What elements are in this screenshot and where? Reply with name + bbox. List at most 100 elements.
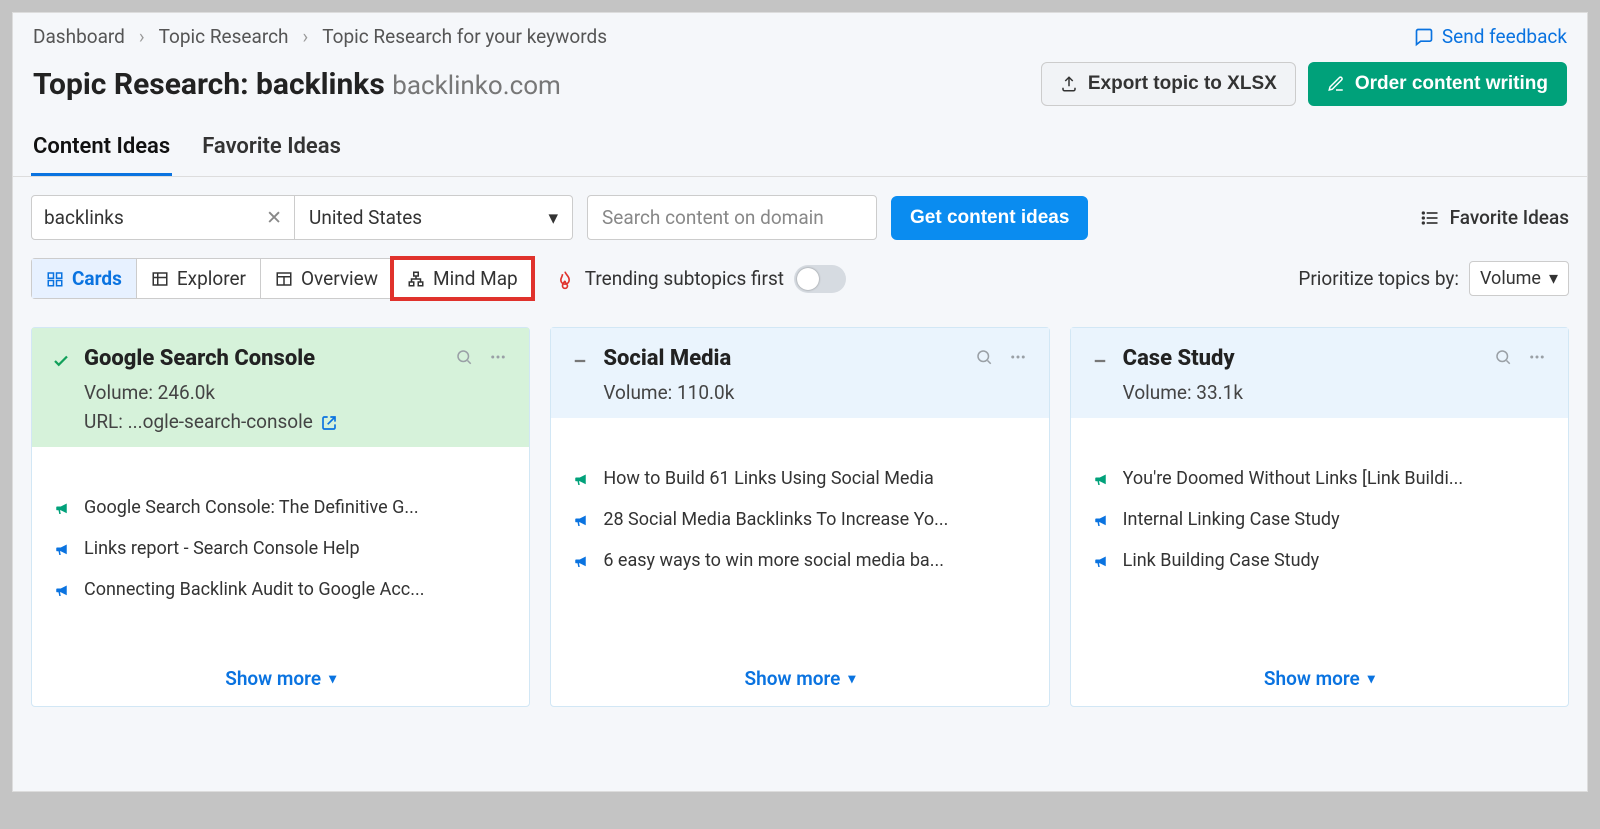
prioritize-select[interactable]: Volume ▾ bbox=[1469, 261, 1569, 296]
idea-item[interactable]: 6 easy ways to win more social media ba.… bbox=[573, 540, 1026, 581]
more-icon[interactable] bbox=[1526, 346, 1548, 366]
card-title-row: Social Media bbox=[603, 346, 1028, 371]
domain-search-placeholder: Search content on domain bbox=[602, 206, 824, 229]
get-content-ideas-button[interactable]: Get content ideas bbox=[891, 196, 1088, 240]
app-frame: Dashboard › Topic Research › Topic Resea… bbox=[12, 12, 1588, 792]
export-icon bbox=[1060, 75, 1078, 93]
idea-item[interactable]: Link Building Case Study bbox=[1093, 540, 1546, 581]
more-icon[interactable] bbox=[487, 346, 509, 366]
idea-text: Link Building Case Study bbox=[1123, 550, 1320, 571]
card-head: Social Media Volume: 110.0k bbox=[551, 328, 1048, 418]
show-more-button[interactable]: Show more▾ bbox=[1071, 655, 1568, 706]
idea-text: Connecting Backlink Audit to Google Acc.… bbox=[84, 579, 424, 600]
speech-bubble-icon bbox=[1414, 27, 1434, 47]
chevron-down-icon: ▾ bbox=[1549, 268, 1558, 289]
search-icon[interactable] bbox=[1494, 346, 1512, 366]
idea-item[interactable]: Google Search Console: The Definitive G.… bbox=[54, 487, 507, 528]
idea-text: Links report - Search Console Help bbox=[84, 538, 360, 559]
favorite-ideas-link[interactable]: Favorite Ideas bbox=[1420, 206, 1569, 229]
controls-row-2: Cards Explorer Overview Mind Map Trendin… bbox=[13, 250, 1587, 317]
view-explorer-button[interactable]: Explorer bbox=[137, 259, 261, 298]
tab-content-ideas[interactable]: Content Ideas bbox=[31, 124, 172, 176]
idea-item[interactable]: Connecting Backlink Audit to Google Acc.… bbox=[54, 569, 507, 610]
minus-icon[interactable] bbox=[571, 350, 589, 370]
minus-icon[interactable] bbox=[1091, 350, 1109, 370]
megaphone-icon bbox=[1093, 550, 1111, 571]
breadcrumb-item[interactable]: Topic Research bbox=[159, 25, 289, 48]
topic-card[interactable]: Social Media Volume: 110.0k How to Build 6… bbox=[550, 327, 1049, 707]
megaphone-icon bbox=[573, 550, 591, 571]
card-actions bbox=[455, 346, 509, 366]
card-url[interactable]: URL: ...ogle-search-console bbox=[84, 410, 509, 433]
idea-item[interactable]: How to Build 61 Links Using Social Media bbox=[573, 458, 1026, 499]
title-prefix: Topic Research: bbox=[33, 67, 256, 102]
view-mindmap-button[interactable]: Mind Map bbox=[393, 259, 532, 298]
card-title: Case Study bbox=[1123, 346, 1494, 371]
title-keyword: backlinks bbox=[256, 67, 385, 102]
card-body: Google Search Console: The Definitive G.… bbox=[32, 447, 529, 620]
domain-search-input[interactable]: Search content on domain bbox=[587, 195, 877, 240]
edit-icon bbox=[1327, 75, 1345, 93]
check-icon[interactable] bbox=[52, 350, 70, 370]
title-domain: backlinko.com bbox=[392, 71, 561, 101]
keyword-value: backlinks bbox=[44, 206, 124, 229]
cards-grid: Google Search Console Volume: 246.0k URL: … bbox=[13, 317, 1587, 725]
view-overview-label: Overview bbox=[301, 267, 378, 290]
card-volume: Volume: 110.0k bbox=[603, 381, 1028, 404]
breadcrumb: Dashboard › Topic Research › Topic Resea… bbox=[33, 25, 607, 48]
chevron-right-icon: › bbox=[139, 25, 145, 48]
send-feedback-link[interactable]: Send feedback bbox=[1414, 25, 1567, 48]
more-icon[interactable] bbox=[1007, 346, 1029, 366]
view-cards-label: Cards bbox=[72, 267, 122, 290]
megaphone-icon bbox=[1093, 468, 1111, 489]
breadcrumb-item[interactable]: Dashboard bbox=[33, 25, 125, 48]
idea-text: You're Doomed Without Links [Link Buildi… bbox=[1123, 468, 1463, 489]
search-icon[interactable] bbox=[455, 346, 473, 366]
prioritize-label: Prioritize topics by: bbox=[1298, 267, 1459, 290]
card-title: Google Search Console bbox=[84, 346, 455, 371]
megaphone-icon bbox=[573, 509, 591, 530]
view-cards-button[interactable]: Cards bbox=[32, 259, 137, 298]
search-icon[interactable] bbox=[975, 346, 993, 366]
controls-row-1: backlinks ✕ United States ▾ Search conte… bbox=[13, 177, 1587, 250]
card-volume: Volume: 246.0k bbox=[84, 381, 509, 404]
prioritize-group: Prioritize topics by: Volume ▾ bbox=[1298, 261, 1569, 296]
show-more-button[interactable]: Show more▾ bbox=[551, 655, 1048, 706]
trending-toggle-group: Trending subtopics first bbox=[555, 265, 846, 293]
export-xlsx-button[interactable]: Export topic to XLSX bbox=[1041, 62, 1296, 106]
show-more-button[interactable]: Show more▾ bbox=[32, 655, 529, 706]
idea-item[interactable]: 28 Social Media Backlinks To Increase Yo… bbox=[573, 499, 1026, 540]
idea-item[interactable]: Links report - Search Console Help bbox=[54, 528, 507, 569]
region-select[interactable]: United States ▾ bbox=[295, 195, 573, 240]
chevron-right-icon: › bbox=[303, 25, 309, 48]
order-content-button[interactable]: Order content writing bbox=[1308, 62, 1567, 106]
megaphone-icon bbox=[54, 538, 72, 559]
idea-item[interactable]: Internal Linking Case Study bbox=[1093, 499, 1546, 540]
chevron-down-icon: ▾ bbox=[848, 671, 855, 687]
view-explorer-label: Explorer bbox=[177, 267, 246, 290]
topic-card[interactable]: Google Search Console Volume: 246.0k URL: … bbox=[31, 327, 530, 707]
megaphone-icon bbox=[54, 579, 72, 600]
idea-text: Google Search Console: The Definitive G.… bbox=[84, 497, 419, 518]
topic-card[interactable]: Case Study Volume: 33.1k You're Doomed Wit… bbox=[1070, 327, 1569, 707]
card-volume: Volume: 33.1k bbox=[1123, 381, 1548, 404]
idea-item[interactable]: You're Doomed Without Links [Link Buildi… bbox=[1093, 458, 1546, 499]
keyword-input[interactable]: backlinks ✕ bbox=[31, 195, 295, 240]
megaphone-icon bbox=[1093, 509, 1111, 530]
breadcrumb-item: Topic Research for your keywords bbox=[322, 25, 607, 48]
overview-icon bbox=[275, 270, 293, 288]
breadcrumb-row: Dashboard › Topic Research › Topic Resea… bbox=[13, 13, 1587, 54]
tab-favorite-ideas[interactable]: Favorite Ideas bbox=[200, 124, 343, 176]
title-row: Topic Research: backlinks backlinko.com … bbox=[13, 54, 1587, 124]
page-title: Topic Research: backlinks backlinko.com bbox=[33, 67, 561, 102]
get-ideas-label: Get content ideas bbox=[910, 207, 1069, 229]
idea-text: 28 Social Media Backlinks To Increase Yo… bbox=[603, 509, 948, 530]
export-label: Export topic to XLSX bbox=[1088, 73, 1277, 95]
megaphone-icon bbox=[573, 468, 591, 489]
order-label: Order content writing bbox=[1355, 73, 1548, 95]
view-overview-button[interactable]: Overview bbox=[261, 259, 393, 298]
trending-toggle[interactable] bbox=[794, 265, 846, 293]
clear-keyword-icon[interactable]: ✕ bbox=[266, 206, 282, 229]
mindmap-icon bbox=[407, 270, 425, 288]
card-body: You're Doomed Without Links [Link Buildi… bbox=[1071, 418, 1568, 591]
